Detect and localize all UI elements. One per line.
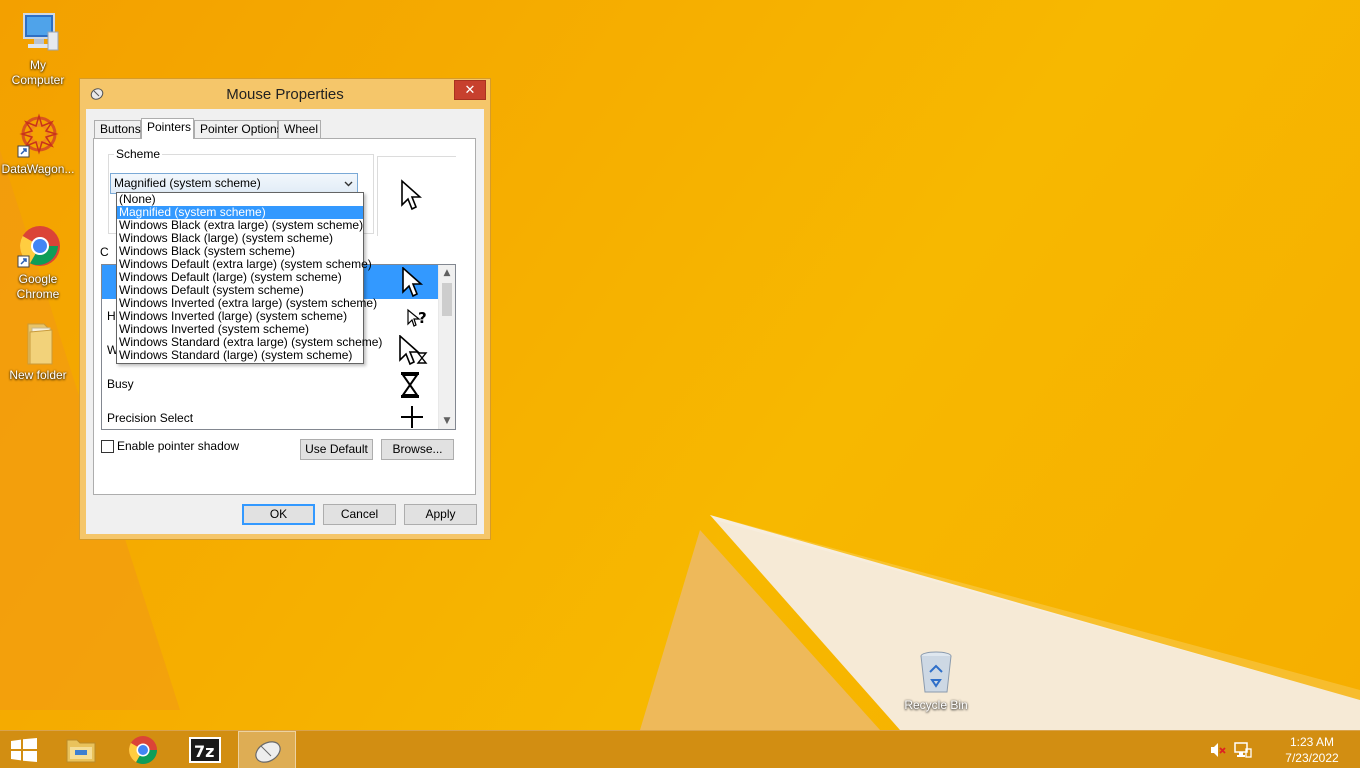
- scroll-down-arrow-icon[interactable]: ▼: [439, 413, 455, 429]
- svg-text:7z: 7z: [194, 742, 214, 761]
- volume-muted-icon[interactable]: [1210, 741, 1226, 762]
- network-icon[interactable]: [1234, 741, 1252, 762]
- recycle-bin-icon: [912, 648, 960, 696]
- list-item-label: H: [107, 309, 116, 323]
- tab-pointers[interactable]: Pointers: [141, 118, 194, 139]
- list-item-label: Precision Select: [107, 411, 194, 425]
- hourglass-cursor-icon: [398, 369, 428, 399]
- list-item[interactable]: Busy: [102, 367, 438, 401]
- arrow-cursor-icon: [400, 179, 423, 214]
- apply-button[interactable]: Apply: [404, 504, 477, 525]
- taskbar-file-explorer[interactable]: [52, 731, 110, 768]
- scheme-group-label: Scheme: [114, 147, 163, 161]
- system-clock[interactable]: 1:23 AM 7/23/2022: [1272, 734, 1352, 766]
- desktop-icon-label: DataWagon...: [1, 162, 75, 176]
- desktop-icon-label: My Computer: [11, 58, 65, 87]
- desktop-icon-datawagon[interactable]: DataWagon...: [0, 112, 76, 177]
- clock-date: 7/23/2022: [1285, 751, 1339, 765]
- customize-label: C: [100, 245, 109, 259]
- close-icon: ✕: [464, 83, 476, 98]
- window-title: Mouse Properties: [226, 86, 344, 103]
- arrow-cursor-icon: [398, 266, 428, 298]
- folder-icon: [14, 318, 62, 366]
- start-button[interactable]: [0, 731, 48, 768]
- title-bar[interactable]: Mouse Properties ✕: [80, 79, 490, 109]
- tab-buttons[interactable]: Buttons: [94, 120, 141, 138]
- desktop-icon-my-computer[interactable]: My Computer: [0, 8, 76, 88]
- desktop-background: My Computer DataWagon... Google Chrome N…: [0, 0, 1360, 730]
- taskbar: 7z 1:23 AM 7/23/2022: [0, 730, 1360, 768]
- list-item[interactable]: Precision Select: [102, 401, 438, 429]
- tab-pointer-options[interactable]: Pointer Options: [194, 120, 283, 138]
- computer-icon: [14, 8, 62, 56]
- enable-pointer-shadow-checkbox[interactable]: [101, 440, 114, 453]
- scheme-dropdown[interactable]: Magnified (system scheme): [110, 173, 358, 194]
- ok-button[interactable]: OK: [242, 504, 315, 525]
- use-default-button[interactable]: Use Default: [300, 439, 373, 460]
- svg-text:?: ?: [418, 309, 427, 327]
- clock-time: 1:23 AM: [1289, 735, 1335, 749]
- pointer-preview: [377, 156, 456, 236]
- desktop-icon-label: New folder: [9, 368, 67, 382]
- help-cursor-icon: ?: [398, 301, 428, 331]
- file-explorer-icon: [65, 736, 97, 767]
- tab-wheel[interactable]: Wheel: [278, 120, 321, 138]
- desktop-icon-recycle-bin[interactable]: Recycle Bin: [898, 648, 974, 713]
- mouse-icon: [251, 737, 285, 768]
- cancel-button[interactable]: Cancel: [323, 504, 396, 525]
- chrome-icon: [128, 735, 158, 768]
- datawagon-icon: [14, 112, 62, 160]
- taskbar-7zip[interactable]: 7z: [176, 731, 234, 768]
- enable-pointer-shadow-label: Enable pointer shadow: [117, 439, 240, 453]
- scrollbar-thumb[interactable]: [442, 283, 452, 316]
- desktop-icon-label: Google Chrome: [16, 272, 60, 301]
- vertical-scrollbar[interactable]: ▲ ▼: [438, 265, 455, 429]
- scheme-dropdown-list[interactable]: (None) Magnified (system scheme) Windows…: [116, 192, 382, 364]
- chrome-icon: [14, 222, 62, 270]
- taskbar-chrome[interactable]: [114, 731, 172, 768]
- crosshair-cursor-icon: [398, 403, 428, 429]
- 7zip-icon: 7z: [189, 737, 221, 766]
- start-icon: [10, 738, 38, 765]
- desktop-icon-new-folder[interactable]: New folder: [0, 318, 76, 383]
- scheme-selected-value: Magnified (system scheme): [114, 176, 261, 190]
- list-item-label: Busy: [107, 377, 134, 391]
- scroll-up-arrow-icon[interactable]: ▲: [439, 265, 455, 281]
- desktop-icon-label: Recycle Bin: [904, 698, 968, 712]
- browse-button[interactable]: Browse...: [381, 439, 454, 460]
- close-button[interactable]: ✕: [454, 80, 486, 100]
- desktop-icon-google-chrome[interactable]: Google Chrome: [0, 222, 76, 302]
- taskbar-mouse-properties[interactable]: [238, 731, 296, 768]
- working-cursor-icon: [398, 334, 428, 366]
- dropdown-option[interactable]: Windows Standard (large) (system scheme): [117, 349, 363, 362]
